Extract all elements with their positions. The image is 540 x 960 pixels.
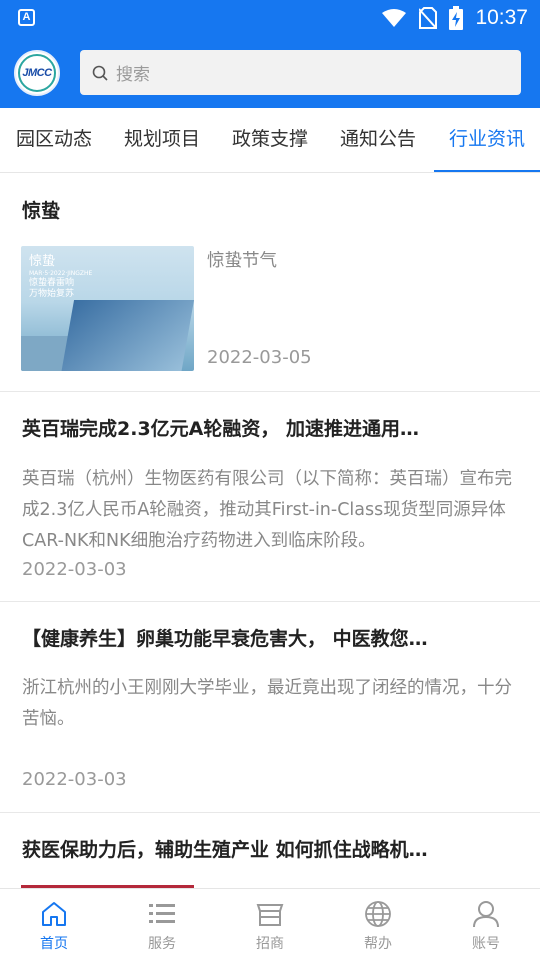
list-item[interactable]: 惊蛰 惊蛰 MAR·5·2022·JINGZHE 惊蛰春雷响 万物始复苏 惊蛰节…	[0, 174, 540, 392]
no-sim-icon	[419, 7, 438, 29]
article-date: 2022-03-03	[22, 559, 127, 580]
list-item[interactable]: 英百瑞完成2.3亿元A轮融资， 加速推进通用… 英百瑞（杭州）生物医药有限公司（…	[0, 392, 540, 602]
bottom-nav: 首页 服务 招商 帮办 账号	[0, 888, 540, 960]
nav-assist[interactable]: 帮办	[324, 889, 432, 960]
nav-account[interactable]: 账号	[432, 889, 540, 960]
nav-home[interactable]: 首页	[0, 889, 108, 960]
tab-planning-projects[interactable]: 规划项目	[108, 108, 216, 172]
app-notification-icon: A	[18, 9, 35, 26]
nav-home-label: 首页	[40, 936, 68, 952]
search-icon	[92, 65, 108, 81]
article-title: 获医保助力后，辅助生殖产业 如何抓住战略机…	[22, 839, 428, 861]
nav-investment[interactable]: 招商	[216, 889, 324, 960]
nav-assist-label: 帮办	[364, 936, 392, 952]
logo-text: JMCC	[22, 67, 52, 79]
article-date: 2022-03-05	[207, 347, 312, 368]
nav-investment-label: 招商	[256, 936, 284, 952]
store-icon	[256, 904, 284, 926]
list-item[interactable]: 获医保助力后，辅助生殖产业 如何抓住战略机…	[0, 813, 540, 888]
article-title: 【健康养生】卵巢功能早衰危害大， 中医教您…	[22, 628, 428, 650]
app-logo[interactable]: JMCC	[14, 50, 60, 96]
battery-charging-icon	[449, 6, 464, 30]
category-tabs: 园区动态 规划项目 政策支撑 通知公告 行业资讯	[0, 108, 540, 173]
article-title: 英百瑞完成2.3亿元A轮融资， 加速推进通用…	[22, 418, 419, 440]
globe-icon	[365, 901, 391, 927]
wifi-icon	[382, 9, 407, 27]
nav-services-label: 服务	[148, 936, 176, 952]
nav-account-label: 账号	[472, 936, 500, 952]
nav-services[interactable]: 服务	[108, 889, 216, 960]
article-summary: 惊蛰节气	[207, 251, 277, 271]
app-header: JMCC 搜索	[0, 36, 540, 108]
status-bar: A 10:37	[0, 0, 540, 36]
list-item[interactable]: 【健康养生】卵巢功能早衰危害大， 中医教您… 浙江杭州的小王刚刚大学毕业，最近竟…	[0, 602, 540, 813]
tab-policy-support[interactable]: 政策支撑	[216, 108, 324, 172]
clock: 10:37	[475, 6, 528, 29]
article-date: 2022-03-03	[22, 769, 127, 790]
article-summary: 浙江杭州的小王刚刚大学毕业，最近竟出现了闭经的情况，十分苦恼。	[22, 678, 512, 729]
article-title: 惊蛰	[22, 200, 61, 222]
user-icon	[473, 901, 499, 928]
search-input[interactable]: 搜索	[80, 50, 521, 95]
home-icon	[42, 902, 66, 926]
article-thumbnail: 惊蛰 MAR·5·2022·JINGZHE 惊蛰春雷响 万物始复苏	[21, 246, 194, 371]
list-icon	[149, 904, 175, 923]
tab-notices[interactable]: 通知公告	[324, 108, 432, 172]
tab-industry-news[interactable]: 行业资讯	[434, 108, 540, 172]
article-summary: 英百瑞（杭州）生物医药有限公司（以下简称：英百瑞）宣布完成2.3亿人民币A轮融资…	[22, 469, 512, 551]
tab-park-news[interactable]: 园区动态	[0, 108, 108, 172]
search-placeholder: 搜索	[116, 65, 150, 85]
article-list: 惊蛰 惊蛰 MAR·5·2022·JINGZHE 惊蛰春雷响 万物始复苏 惊蛰节…	[0, 174, 540, 888]
